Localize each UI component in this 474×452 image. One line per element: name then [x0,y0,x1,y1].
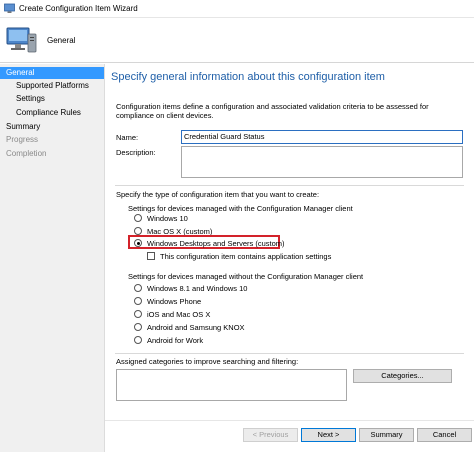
footer-separator [105,420,474,421]
cancel-button[interactable]: Cancel [417,428,472,442]
categories-button[interactable]: Categories... [353,369,452,383]
description-input[interactable] [181,146,463,178]
radio-android-knox[interactable] [134,323,142,331]
intro-text: Configuration items define a configurati… [116,102,429,120]
radio-windows-phone[interactable] [134,297,142,305]
radio-windows-desktops-servers-label: Windows Desktops and Servers (custom) [147,239,285,248]
radio-windows-phone-label: Windows Phone [147,297,202,306]
page-heading: Specify general information about this c… [111,71,385,83]
radio-windows-81-10[interactable] [134,284,142,292]
name-label: Name: [116,133,139,142]
radio-ios-mac-label: iOS and Mac OS X [147,310,211,319]
previous-button: < Previous [243,428,298,442]
radio-android-knox-label: Android and Samsung KNOX [147,323,245,332]
nav-item-supported-platforms[interactable]: Supported Platforms [0,80,104,92]
wizard-header: General [0,18,474,63]
wizard-nav: General Supported Platforms Settings Com… [0,64,105,452]
radio-windows-10[interactable] [134,214,142,222]
categories-list[interactable] [116,369,347,401]
nav-item-completion: Completion [6,149,47,158]
computer-icon [6,27,37,53]
name-input[interactable]: Credential Guard Status [181,130,463,144]
nav-item-settings[interactable]: Settings [0,93,104,105]
unmanaged-group-label: Settings for devices managed without the… [128,272,364,281]
separator [115,353,464,354]
nav-item-general[interactable]: General [0,67,104,79]
description-label: Description: [116,148,156,157]
summary-button[interactable]: Summary [359,428,414,442]
wizard-app-icon [4,3,15,13]
radio-windows-10-label: Windows 10 [147,214,188,223]
type-prompt: Specify the type of configuration item t… [116,190,320,199]
app-settings-label: This configuration item contains applica… [160,252,332,261]
radio-android-for-work-label: Android for Work [147,336,204,345]
window-title: Create Configuration Item Wizard [19,4,138,13]
app-settings-checkbox[interactable] [147,252,155,260]
nav-item-compliance-rules[interactable]: Compliance Rules [0,107,104,119]
radio-android-for-work[interactable] [134,336,142,344]
radio-windows-81-10-label: Windows 8.1 and Windows 10 [147,284,248,293]
managed-group-label: Settings for devices managed with the Co… [128,204,353,213]
title-bar: Create Configuration Item Wizard [0,0,474,18]
separator [115,185,464,186]
categories-label: Assigned categories to improve searching… [116,357,299,366]
page-name: General [47,36,76,45]
next-button[interactable]: Next > [301,428,356,442]
radio-ios-mac[interactable] [134,310,142,318]
nav-item-summary[interactable]: Summary [0,121,104,133]
wizard-content: Specify general information about this c… [105,64,474,452]
radio-windows-desktops-servers[interactable] [134,239,142,247]
radio-mac-os-x-custom[interactable] [134,227,142,235]
nav-item-progress: Progress [6,135,39,144]
